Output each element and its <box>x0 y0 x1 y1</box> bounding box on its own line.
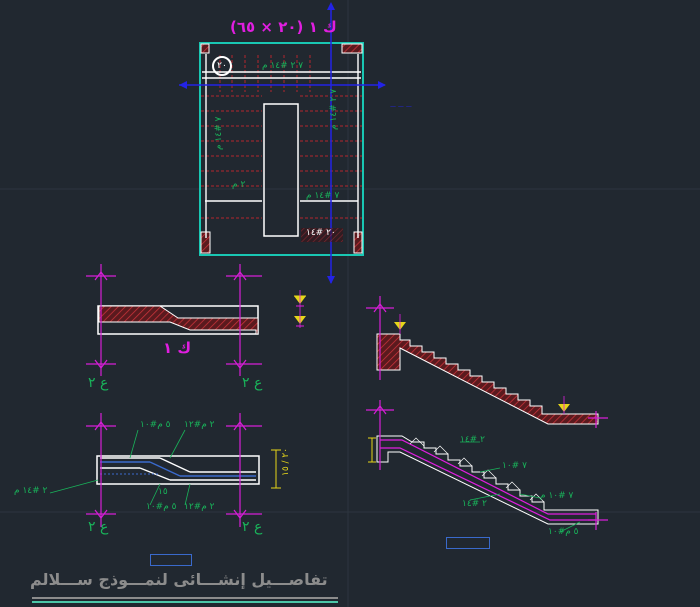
stair-detail-tag <box>446 537 490 549</box>
beam-rebar-top-left: ٥ م#١٠ <box>140 420 171 430</box>
footer-underline <box>32 597 338 603</box>
section-mark-left-bottom: ع ٢ <box>88 519 109 535</box>
level-markers <box>294 290 306 328</box>
circle-number: ٢٠ <box>212 56 232 76</box>
beam-section-1 <box>86 264 262 376</box>
section-mark-right-bottom: ع ٢ <box>242 519 263 535</box>
cad-drawing-canvas: — — — <box>0 0 700 607</box>
beam-rebar-bottom-right: ٢ م#١٢ <box>184 502 215 512</box>
stair-rebar-label-1: ٢ #١٤ <box>460 435 485 445</box>
stair-section-elevation <box>366 296 608 428</box>
stair-rebar-label-2: ٧ #١٠ <box>502 461 527 471</box>
beam-section-caption: ك ١ <box>163 339 192 357</box>
plan-rebar-right-small: ٧ #١٤ م <box>306 191 340 201</box>
section-mark-right-top: ع ٢ <box>242 375 263 391</box>
plan-rebar-bottom-label: ٢٠ #١٤ <box>306 228 336 238</box>
beam-rebar-bottom-left: ٥ م#١٠ <box>146 502 177 512</box>
plan-title: ك ١ (٢٠ × ٦٥) <box>230 18 337 36</box>
plan-rebar-top-label: ٧ ٢ #١٤ م <box>262 61 304 71</box>
grid-lines <box>0 0 700 607</box>
section-mark-left-top: ع ٢ <box>88 375 109 391</box>
stair-rebar-label-3: ٧ #١٠ م <box>540 491 574 501</box>
stair-rebar-label-5: ٥ م#١٠ <box>548 527 579 537</box>
stair-rebar-label-4: ٢ #١٤ <box>462 499 487 509</box>
svg-text:— — —: — — — <box>390 103 412 110</box>
beam-rebar-left: ٢ #١٤ م <box>14 486 48 496</box>
plan-rebar-right-label: ٧ ٢ #١٤ م <box>329 88 339 130</box>
plan-rebar-left-label: ٧ #١٤ م <box>214 116 224 150</box>
plan-rebar-left-small: ٢ م <box>232 180 246 190</box>
footer-title: تفاصـــيل إنشـــائى لنمـــوذج ســـلالم <box>30 570 328 589</box>
beam-rebar-top-right: ٢ م#١٢ <box>184 420 215 430</box>
beam-dimension: ٢٠ / ١٥ <box>281 447 291 476</box>
beam-detail-tag <box>150 554 192 566</box>
beam-rebar-mid: ١٥ <box>158 487 168 497</box>
